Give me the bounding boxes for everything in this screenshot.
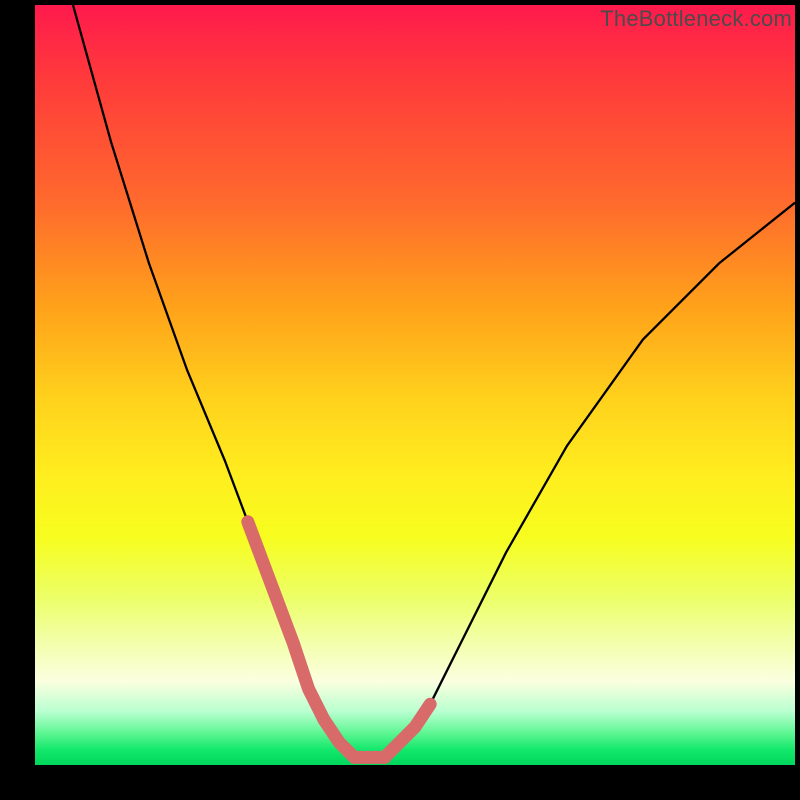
chart-plot-area bbox=[35, 5, 795, 765]
chart-svg bbox=[35, 5, 795, 765]
watermark-text: TheBottleneck.com bbox=[600, 6, 792, 32]
highlight-left-series bbox=[248, 522, 324, 720]
chart-frame: TheBottleneck.com bbox=[0, 0, 800, 800]
highlight-right-series bbox=[385, 704, 431, 757]
curve-series bbox=[73, 5, 795, 757]
highlight-bottom-series bbox=[324, 719, 385, 757]
